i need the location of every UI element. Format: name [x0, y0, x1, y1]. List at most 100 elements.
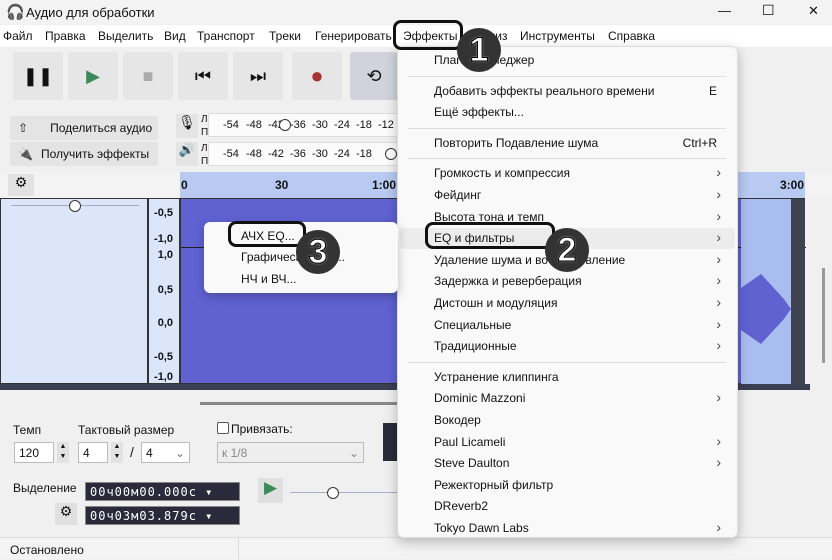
chevron-right-icon: ›	[716, 186, 721, 202]
chevron-down-icon: ⌄	[348, 446, 359, 460]
track-end	[791, 199, 805, 385]
tempo-stepper[interactable]: ▲ ▼	[57, 442, 69, 463]
menu-transport[interactable]: Транспорт	[197, 29, 255, 43]
menu-tracks[interactable]: Треки	[269, 29, 301, 43]
scale-label: 0,0	[157, 317, 173, 329]
menu-item-label: Дистошн и модуляция	[434, 296, 558, 310]
annotation-badge: 2	[545, 228, 589, 272]
meter-tick: -24	[334, 119, 350, 131]
effects-menu-item[interactable]: Tokyo Dawn Labs ›	[400, 518, 735, 539]
time-signature-denominator[interactable]: 4 ⌄	[141, 442, 190, 463]
stop-button[interactable]: ■	[123, 52, 173, 100]
effects-menu-item[interactable]: Плагин-менеджер	[400, 50, 735, 71]
chevron-right-icon: ›	[716, 315, 721, 332]
menu-help[interactable]: Справка	[608, 29, 655, 43]
selection-start-value: 00ч00м00.000с	[90, 485, 197, 499]
menu-item-shortcut: E	[708, 83, 717, 98]
playback-volume-slider-thumb[interactable]	[385, 148, 397, 160]
effects-menu-item[interactable]: Paul Licameli ›	[400, 432, 735, 453]
meter-tick: -18	[356, 148, 372, 160]
menu-item-label: Tokyo Dawn Labs	[434, 521, 529, 535]
effects-menu-item[interactable]: Дистошн и модуляция ›	[400, 293, 735, 314]
effects-menu-item[interactable]: Фейдинг ›	[400, 185, 735, 206]
skip-to-start-button[interactable]: ⏮	[178, 52, 228, 100]
menu-view[interactable]: Вид	[164, 29, 186, 43]
horizontal-scrollbar[interactable]	[200, 402, 400, 405]
effects-menu-item[interactable]: Режекторный фильтр	[400, 475, 735, 496]
selection-start-time[interactable]: 00ч00м00.000с ▾	[85, 482, 240, 501]
meter-tick: -30	[312, 119, 328, 131]
snap-value: к 1/8	[222, 446, 248, 460]
meter-tick: -48	[246, 119, 262, 131]
scale-label: -0,5	[154, 207, 173, 219]
waveform-tail	[741, 199, 791, 385]
gear-icon[interactable]: ⚙	[8, 174, 34, 196]
numerator-stepper[interactable]: ▲ ▼	[111, 442, 123, 463]
menu-item-label: Paul Licameli	[434, 434, 506, 449]
chevron-right-icon: ›	[716, 164, 721, 181]
close-button[interactable]: ✕	[808, 3, 819, 19]
recording-volume-slider-thumb[interactable]	[279, 119, 291, 131]
menu-item-label: Повторить Подавление шума	[434, 135, 599, 150]
playback-meter[interactable]: -54 -48 -42 -36 -30 -24 -18	[208, 142, 398, 166]
effects-menu-item[interactable]: Повторить Подавление шума Ctrl+R	[400, 133, 735, 154]
chevron-right-icon: ›	[716, 272, 721, 289]
snap-checkbox[interactable]	[217, 422, 229, 434]
effects-menu-item[interactable]: Задержка и реверберация ›	[400, 271, 735, 292]
chevron-right-icon: ›	[716, 229, 721, 246]
get-effects-button[interactable]: 🔌 Получить эффекты	[10, 142, 158, 166]
gear-icon[interactable]: ⚙	[55, 503, 77, 525]
effects-menu-item[interactable]: Steve Daulton ›	[400, 453, 735, 474]
share-audio-button[interactable]: ⇧ Поделиться аудио	[10, 116, 158, 140]
playback-speed-thumb[interactable]	[327, 487, 339, 499]
effects-menu-item[interactable]: Вокодер	[400, 410, 735, 431]
ruler-tick-label: 1:00	[372, 178, 397, 192]
play-button[interactable]: ▶	[68, 52, 118, 100]
effects-menu-item[interactable]: DReverb2	[400, 496, 735, 517]
amplitude-scale: -0,5 -1,0 1,0 0,5 0,0 -0,5 -1,0	[148, 198, 180, 384]
playback-speed-slider[interactable]	[290, 492, 398, 493]
recording-meter[interactable]: -54 -48 -42 -36 -30 -24 -18 -12	[208, 113, 398, 137]
menu-item-label: Dominic Mazzoni	[434, 391, 526, 406]
menu-separator	[408, 127, 726, 129]
menu-edit[interactable]: Правка	[45, 29, 86, 43]
chevron-right-icon: ›	[716, 454, 721, 471]
effects-menu: Плагин-менеджер Добавить эффекты реальног…	[397, 46, 738, 538]
effects-menu-item[interactable]: Dominic Mazzoni ›	[400, 388, 735, 409]
record-button[interactable]: ●	[292, 52, 342, 100]
track-control-panel[interactable]	[0, 198, 148, 384]
menu-file[interactable]: Файл	[3, 29, 33, 43]
speaker-icon[interactable]: 🔊	[176, 142, 198, 166]
effects-menu-item[interactable]: Громкость и компрессия ›	[400, 163, 735, 184]
annotation-badge: 3	[296, 230, 340, 274]
effects-menu-item[interactable]: Традиционные ›	[400, 336, 735, 357]
skip-to-end-button[interactable]: ⏭	[233, 52, 283, 100]
annotation-badge: 1	[457, 28, 501, 72]
gain-slider-thumb[interactable]	[69, 200, 81, 212]
menu-item-label: Устранение клиппинга	[434, 369, 559, 384]
maximize-button[interactable]: ☐	[762, 2, 775, 19]
effects-menu-item[interactable]: Добавить эффекты реального времени E	[400, 81, 735, 102]
submenu-item-bass-treble[interactable]: НЧ и ВЧ...	[241, 272, 297, 286]
effects-menu-item[interactable]: Специальные ›	[400, 315, 735, 336]
get-effects-label: Получить эффекты	[40, 147, 150, 161]
menu-select[interactable]: Выделить	[98, 29, 153, 43]
tempo-input[interactable]: 120	[14, 442, 54, 463]
minimize-button[interactable]: —	[718, 3, 731, 18]
effects-menu-item[interactable]: Устранение клиппинга	[400, 367, 735, 388]
loop-button[interactable]: ⟲	[350, 52, 398, 100]
play-at-speed-button[interactable]: ▶	[258, 478, 283, 503]
effects-menu-item[interactable]: Ещё эффекты...	[400, 102, 735, 123]
chevron-right-icon: ›	[716, 207, 721, 224]
menu-generate[interactable]: Генерировать	[315, 29, 392, 43]
snap-select[interactable]: к 1/8 ⌄	[217, 442, 364, 463]
pause-button[interactable]: ❚❚	[13, 52, 63, 100]
microphone-icon[interactable]: 🎙	[176, 114, 198, 138]
time-display	[383, 423, 398, 461]
vertical-scrollbar[interactable]	[822, 268, 825, 363]
status-text: Остановлено	[10, 543, 84, 557]
time-signature-numerator[interactable]: 4	[78, 442, 108, 463]
meter-tick: -48	[246, 148, 262, 160]
selection-end-time[interactable]: 00ч03м03.879с ▾	[85, 506, 240, 525]
menu-tools[interactable]: Инструменты	[520, 29, 595, 43]
